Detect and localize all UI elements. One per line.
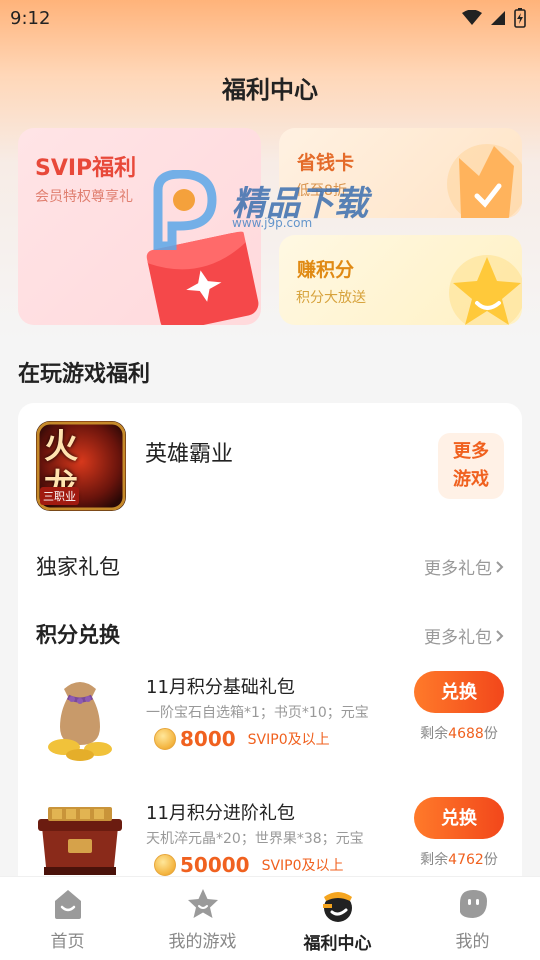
star-icon <box>449 255 522 325</box>
redeem-button[interactable]: 兑换 <box>414 671 504 713</box>
tab-welfare-center[interactable]: 福利中心 <box>270 877 405 960</box>
tab-my-games[interactable]: 我的游戏 <box>135 877 270 960</box>
more-games-label-2: 游戏 <box>453 469 489 490</box>
price-level: SVIP0及以上 <box>247 732 330 748</box>
game-welfare-panel: 火龙 三职业 英雄霸业 更多 游戏 独家礼包 更多礼包 积分兑换 更多礼包 11… <box>18 403 522 923</box>
exclusive-more-label: 更多礼包 <box>424 559 492 579</box>
svip-card-title: SVIP福利 <box>35 156 137 181</box>
exchange-item: 11月积分基础礼包 一阶宝石自选箱*1；书页*10；元宝 8000 SVIP0及… <box>18 671 522 781</box>
star-icon <box>187 889 218 918</box>
page-title: 福利中心 <box>222 76 318 104</box>
discount-card-icon <box>447 144 522 218</box>
chevron-right-icon <box>496 560 504 573</box>
item-desc: 一阶宝石自选箱*1；书页*10；元宝 <box>146 705 369 721</box>
game-icon[interactable]: 火龙 三职业 <box>36 421 126 511</box>
svip-card-subtitle: 会员特权尊享礼 <box>35 189 133 205</box>
remain-count: 4688 <box>448 726 484 742</box>
gift-bag-image <box>48 682 112 761</box>
remain-prefix: 剩余 <box>420 726 449 742</box>
item-title: 11月积分基础礼包 <box>146 677 295 698</box>
price-amount: 50000 <box>180 853 250 877</box>
section-title: 在玩游戏福利 <box>18 362 151 387</box>
exclusive-more-link[interactable]: 更多礼包 <box>424 554 504 579</box>
price-amount: 8000 <box>180 727 236 751</box>
signal-icon <box>491 11 505 25</box>
earn-card-title: 赚积分 <box>297 259 355 281</box>
game-icon-badge: 三职业 <box>40 487 79 505</box>
welfare-mascot-icon <box>322 892 352 922</box>
remain-suffix: 份 <box>483 726 498 742</box>
price-level: SVIP0及以上 <box>261 858 344 874</box>
remain-suffix: 份 <box>483 852 498 868</box>
status-time: 9:12 <box>10 7 51 29</box>
status-bar: 9:12 <box>0 0 540 36</box>
tab-home[interactable]: 首页 <box>0 877 135 960</box>
status-icons <box>462 8 526 28</box>
wifi-icon <box>462 10 482 25</box>
remaining-stock: 剩余4688份 <box>404 723 514 743</box>
more-games-button[interactable]: 更多 游戏 <box>438 433 504 499</box>
watermark-url: www.j9p.com <box>232 216 313 230</box>
remaining-stock: 剩余4762份 <box>404 849 514 869</box>
watermark: 精品下载 www.j9p.com <box>150 170 390 250</box>
earn-card-subtitle: 积分大放送 <box>296 290 366 306</box>
item-desc: 天机淬元晶*20；世界果*38；元宝 <box>146 831 364 847</box>
remain-prefix: 剩余 <box>420 852 449 868</box>
game-name: 英雄霸业 <box>145 442 234 467</box>
coin-icon <box>154 854 176 876</box>
exclusive-gift-title: 独家礼包 <box>36 555 120 579</box>
tab-label: 首页 <box>50 932 85 952</box>
redeem-button[interactable]: 兑换 <box>414 797 504 839</box>
chevron-right-icon <box>496 629 504 642</box>
item-price: 50000 SVIP0及以上 <box>154 853 344 877</box>
battery-charging-icon <box>514 8 526 28</box>
tab-label: 我的游戏 <box>168 932 237 952</box>
more-games-label-1: 更多 <box>453 441 489 462</box>
home-face-icon <box>54 890 81 919</box>
exchange-more-label: 更多礼包 <box>424 628 492 648</box>
item-price: 8000 SVIP0及以上 <box>154 727 330 751</box>
item-title: 11月积分进阶礼包 <box>146 803 295 824</box>
watermark-logo-icon <box>153 170 217 250</box>
points-exchange-title: 积分兑换 <box>36 623 120 647</box>
tab-profile[interactable]: 我的 <box>405 877 540 960</box>
tab-label: 福利中心 <box>303 934 372 954</box>
profile-face-icon <box>459 890 487 918</box>
remain-count: 4762 <box>448 852 484 868</box>
exchange-more-link[interactable]: 更多礼包 <box>424 623 504 648</box>
tab-label: 我的 <box>455 932 490 952</box>
bottom-tab-bar: 首页 我的游戏 福利中心 我的 <box>0 876 540 960</box>
coin-icon <box>154 728 176 750</box>
